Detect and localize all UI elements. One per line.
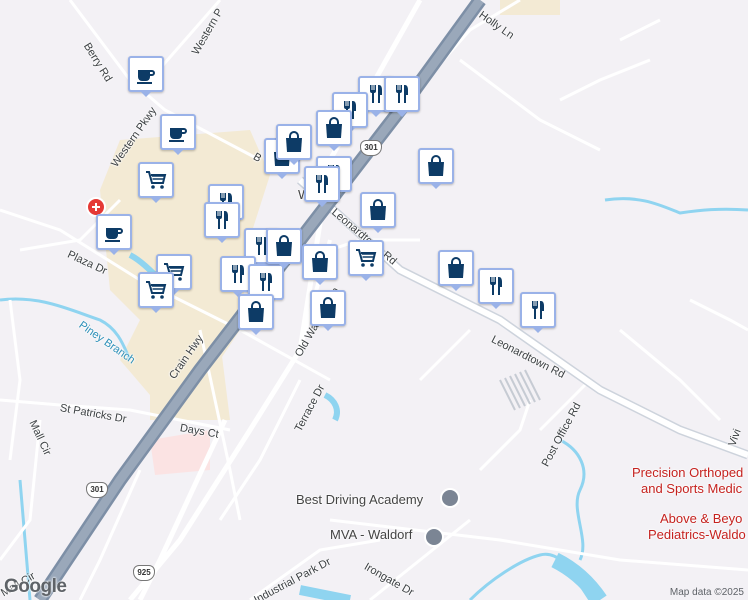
place-label-mva-waldorf[interactable]: MVA - Waldorf: [330, 527, 412, 542]
shopping-bag-marker[interactable]: [316, 110, 352, 151]
map-attribution: Map data ©2025: [669, 587, 744, 598]
place-label-above-line1[interactable]: Above & Beyo: [660, 511, 742, 527]
shopping-bag-marker[interactable]: [276, 124, 312, 165]
route-shield-301-south: 301: [86, 482, 108, 498]
shopping-bag-marker[interactable]: [438, 250, 474, 291]
shopping-bag-marker[interactable]: [310, 290, 346, 331]
shopping-cart-icon: [144, 168, 168, 192]
shopping-bag-marker[interactable]: [238, 294, 274, 335]
restaurant-icon: [390, 82, 414, 106]
shopping-bag-marker[interactable]: [360, 192, 396, 233]
restaurant-marker[interactable]: [478, 268, 514, 309]
shopping-bag-icon: [272, 234, 296, 258]
shopping-bag-icon: [282, 130, 306, 154]
restaurant-marker[interactable]: [520, 292, 556, 333]
shopping-cart-marker[interactable]: [138, 162, 174, 203]
restaurant-marker[interactable]: [384, 76, 420, 117]
place-label-best-driving-academy[interactable]: Best Driving Academy: [296, 492, 423, 507]
shopping-bag-icon: [244, 300, 268, 324]
restaurant-icon: [210, 208, 234, 232]
coffee-icon: [134, 62, 158, 86]
restaurant-marker[interactable]: [304, 166, 340, 207]
coffee-icon: [102, 220, 126, 244]
google-logo: Google: [4, 576, 67, 597]
coffee-icon: [166, 120, 190, 144]
shopping-bag-marker[interactable]: [418, 148, 454, 189]
shopping-bag-icon: [316, 296, 340, 320]
shopping-cart-marker[interactable]: [348, 240, 384, 281]
route-shield-301-north: 301: [360, 140, 382, 156]
restaurant-icon: [310, 172, 334, 196]
restaurant-icon: [526, 298, 550, 322]
coffee-marker[interactable]: [128, 56, 164, 97]
shopping-bag-icon: [424, 154, 448, 178]
place-label-precision-line2[interactable]: and Sports Medic: [641, 481, 742, 497]
shopping-bag-marker[interactable]: [266, 228, 302, 269]
school-pin-icon[interactable]: [440, 488, 460, 508]
coffee-marker[interactable]: [96, 214, 132, 255]
shopping-bag-icon: [322, 116, 346, 140]
restaurant-icon: [226, 262, 250, 286]
shopping-cart-icon: [354, 246, 378, 270]
shopping-bag-icon: [366, 198, 390, 222]
restaurant-icon: [254, 270, 278, 294]
shopping-cart-marker[interactable]: [138, 272, 174, 313]
shopping-bag-icon: [444, 256, 468, 280]
coffee-marker[interactable]: [160, 114, 196, 155]
place-label-precision-line1[interactable]: Precision Orthoped: [632, 465, 743, 481]
restaurant-icon: [484, 274, 508, 298]
route-shield-925: 925: [133, 565, 155, 581]
restaurant-marker[interactable]: [204, 202, 240, 243]
shopping-bag-icon: [308, 250, 332, 274]
map-canvas[interactable]: Berry Rd Western Pkwy Western P Holly Ln…: [0, 0, 748, 600]
shopping-cart-icon: [144, 278, 168, 302]
place-label-above-line2[interactable]: Pediatrics-Waldo: [648, 527, 746, 543]
government-pin-icon[interactable]: [424, 527, 444, 547]
shopping-bag-marker[interactable]: [302, 244, 338, 285]
